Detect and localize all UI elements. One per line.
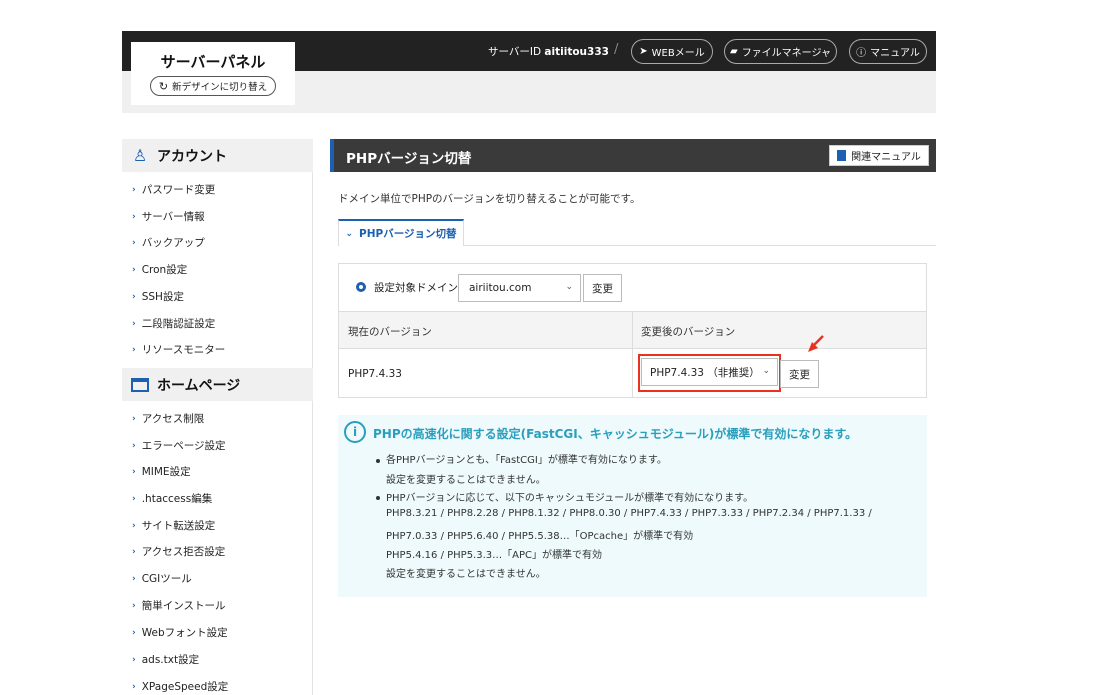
tab-php-version[interactable]: ⌄ PHPバージョン切替 bbox=[338, 219, 464, 246]
info-box: i PHPの高速化に関する設定(FastCGI、キャッシュモジュール)が標準で有… bbox=[338, 415, 927, 597]
chevron-right-icon: › bbox=[132, 413, 136, 424]
person-icon: ♙ bbox=[132, 146, 148, 165]
chevron-right-icon: › bbox=[132, 573, 136, 584]
refresh-icon: ↻ bbox=[158, 79, 169, 93]
chevron-right-icon: › bbox=[132, 291, 136, 302]
version-change-button[interactable]: 変更 bbox=[780, 360, 819, 388]
manual-button[interactable]: ⓘ マニュアル bbox=[849, 39, 927, 64]
chevron-right-icon: › bbox=[132, 654, 136, 665]
chevron-right-icon: › bbox=[132, 440, 136, 451]
sidebar-item-error-page[interactable]: › エラーページ設定 bbox=[132, 438, 226, 453]
chevron-right-icon: › bbox=[132, 493, 136, 504]
info-line: PHP8.3.21 / PHP8.2.28 / PHP8.1.32 / PHP8… bbox=[386, 508, 872, 519]
new-design-button[interactable]: ↻ 新デザインに切り替え bbox=[150, 76, 276, 96]
chevron-right-icon: › bbox=[132, 520, 136, 531]
info-title: PHPの高速化に関する設定(FastCGI、キャッシュモジュール)が標準で有効に… bbox=[373, 427, 858, 441]
sidebar-item-access-deny[interactable]: › アクセス拒否設定 bbox=[132, 544, 225, 559]
sidebar-item-xpagespeed[interactable]: › XPageSpeed設定 bbox=[132, 679, 228, 694]
logo-box: サーバーパネル ↻ 新デザインに切り替え bbox=[131, 42, 295, 105]
sidebar-item-2fa[interactable]: › 二段階認証設定 bbox=[132, 316, 215, 331]
highlight-box bbox=[638, 354, 781, 392]
sidebar-item-resource-monitor[interactable]: › リソースモニター bbox=[132, 342, 225, 357]
radio-icon bbox=[356, 282, 366, 292]
info-line: PHP7.0.33 / PHP5.6.40 / PHP5.5.38…「OPcac… bbox=[386, 531, 694, 542]
chevron-right-icon: › bbox=[132, 184, 136, 195]
info-line: 設定を変更することはできません。 bbox=[386, 569, 546, 580]
info-line: PHPバージョンに応じて、以下のキャッシュモジュールが標準で有効になります。 bbox=[386, 493, 754, 504]
page-title: PHPバージョン切替 bbox=[346, 151, 472, 167]
chevron-right-icon: › bbox=[132, 237, 136, 248]
file-manager-button[interactable]: ▰ ファイルマネージャ bbox=[724, 39, 837, 64]
info-line: 設定を変更することはできません。 bbox=[386, 475, 546, 486]
chevron-right-icon: › bbox=[132, 264, 136, 275]
sidebar-item-ads-txt[interactable]: › ads.txt設定 bbox=[132, 652, 199, 667]
sidebar-item-backup[interactable]: › バックアップ bbox=[132, 235, 205, 250]
chevron-right-icon: › bbox=[132, 681, 136, 692]
chevron-right-icon: › bbox=[132, 344, 136, 355]
chevron-right-icon: › bbox=[132, 318, 136, 329]
sidebar-item-cron[interactable]: › Cron設定 bbox=[132, 262, 187, 277]
bullet bbox=[376, 496, 380, 500]
domain-change-button[interactable]: 変更 bbox=[583, 274, 622, 302]
sidebar-item-cgi-tool[interactable]: › CGIツール bbox=[132, 571, 192, 586]
col-current-version: 現在のバージョン bbox=[348, 326, 432, 338]
info-icon: i bbox=[344, 421, 366, 443]
header: サーバーID aitiitou333 / ➤ WEBメール ▰ ファイルマネージ… bbox=[122, 31, 936, 113]
col-new-version: 変更後のバージョン bbox=[641, 326, 736, 338]
chevron-right-icon: › bbox=[132, 627, 136, 638]
domain-row: 設定対象ドメイン airiitou.com ⌄ 変更 bbox=[339, 264, 926, 311]
related-manual-button[interactable]: 関連マニュアル bbox=[829, 145, 929, 166]
chevron-down-icon: ⌄ bbox=[345, 228, 354, 239]
info-line: 各PHPバージョンとも、「FastCGI」が標準で有効になります。 bbox=[386, 455, 667, 466]
chevron-down-icon: ⌄ bbox=[565, 282, 573, 292]
main-header: PHPバージョン切替 関連マニュアル bbox=[330, 139, 936, 172]
chevron-right-icon: › bbox=[132, 546, 136, 557]
sidebar-item-password[interactable]: › パスワード変更 bbox=[132, 182, 215, 197]
chevron-right-icon: › bbox=[132, 211, 136, 222]
current-version-value: PHP7.4.33 bbox=[348, 368, 402, 380]
logo-title: サーバーパネル bbox=[160, 53, 266, 71]
php-version-panel: 設定対象ドメイン airiitou.com ⌄ 変更 現在のバージョン 変更後の… bbox=[338, 263, 927, 398]
column-divider bbox=[632, 311, 633, 397]
chevron-right-icon: › bbox=[132, 600, 136, 611]
sidebar-head-account: ♙ アカウント bbox=[122, 139, 313, 172]
bullet bbox=[376, 459, 380, 463]
domain-select[interactable]: airiitou.com ⌄ bbox=[458, 274, 581, 302]
folder-icon: ▰ bbox=[729, 46, 738, 57]
sidebar-item-easy-install[interactable]: › 簡単インストール bbox=[132, 598, 226, 613]
sidebar-item-access-limit[interactable]: › アクセス制限 bbox=[132, 411, 204, 426]
arrow-icon bbox=[808, 335, 824, 352]
domain-label: 設定対象ドメイン bbox=[374, 282, 458, 294]
separator: / bbox=[614, 42, 619, 57]
sidebar-head-homepage: ホームページ bbox=[122, 368, 313, 401]
sidebar-item-htaccess[interactable]: › .htaccess編集 bbox=[132, 491, 212, 506]
chevron-right-icon: › bbox=[132, 466, 136, 477]
sidebar-item-server-info[interactable]: › サーバー情報 bbox=[132, 209, 205, 224]
webmail-button[interactable]: ➤ WEBメール bbox=[631, 39, 713, 64]
sidebar-item-webfont[interactable]: › Webフォント設定 bbox=[132, 625, 228, 640]
page-description: ドメイン単位でPHPのバージョンを切り替えることが可能です。 bbox=[338, 193, 641, 205]
help-circle-icon: ⓘ bbox=[856, 48, 867, 59]
sidebar: ♙ アカウント › パスワード変更 › サーバー情報 › バックアップ › Cron設定… bbox=[122, 139, 313, 695]
window-icon bbox=[131, 376, 149, 394]
book-icon bbox=[837, 150, 847, 161]
sidebar-item-redirect[interactable]: › サイト転送設定 bbox=[132, 518, 215, 533]
sidebar-item-ssh[interactable]: › SSH設定 bbox=[132, 289, 184, 304]
paper-plane-icon: ➤ bbox=[639, 46, 648, 57]
info-line: PHP5.4.16 / PHP5.3.3…「APC」が標準で有効 bbox=[386, 550, 602, 561]
sidebar-item-mime[interactable]: › MIME設定 bbox=[132, 464, 191, 479]
server-id: サーバーID aitiitou333 bbox=[488, 46, 609, 58]
